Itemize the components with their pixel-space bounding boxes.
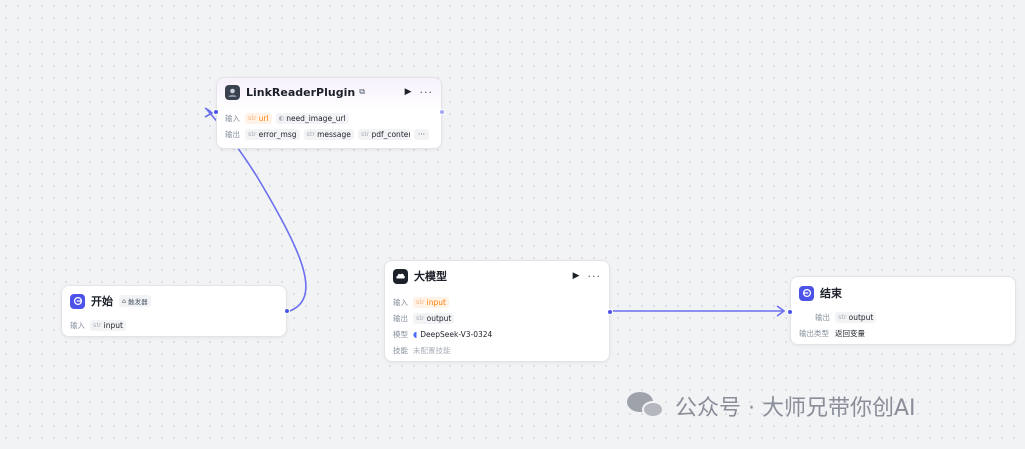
- deepseek-icon: ◖: [413, 329, 418, 339]
- start-icon: [70, 293, 85, 309]
- outputs-label: 输出: [225, 129, 240, 139]
- inputs-label: 输入: [393, 297, 408, 307]
- node-start[interactable]: 开始 ⌂ 触发器 输入 str input: [61, 285, 290, 337]
- output-tag-message[interactable]: str message: [303, 128, 354, 140]
- output-type-row: 输出类型 返回变量: [791, 325, 1015, 341]
- output-handle[interactable]: [284, 308, 290, 314]
- node-llm[interactable]: 大模型 ▶ ··· 输入 str input 输出 str output 模型 ◖ …: [384, 260, 613, 362]
- skills-label: 技能: [393, 345, 408, 355]
- more-outputs-button[interactable]: ···: [413, 128, 429, 140]
- inputs-row: 输入 str input: [385, 294, 609, 310]
- output-handle[interactable]: [607, 309, 613, 315]
- input-tag-url[interactable]: str url: [245, 112, 272, 124]
- output-type-label: 输出类型: [799, 328, 829, 338]
- outputs-row: 输出 str output: [791, 309, 1015, 325]
- output-tag-output[interactable]: str output: [413, 312, 455, 324]
- input-handle[interactable]: [787, 309, 793, 315]
- watermark-text: 公众号 · 大师兄带你创AI: [675, 396, 916, 421]
- output-tag-output[interactable]: str output: [835, 311, 877, 323]
- node-linkreader-plugin[interactable]: LinkReaderPlugin ⧉ ▶ ··· 输入 str url ◐ need…: [213, 77, 445, 149]
- inputs-label: 输入: [225, 113, 240, 123]
- node-title: 大模型: [414, 270, 447, 283]
- node-end[interactable]: 结束 输出 str output 输出类型 返回变量: [787, 276, 1016, 345]
- model-name[interactable]: DeepSeek-V3-0324: [420, 330, 492, 339]
- outputs-label: 输出: [393, 313, 408, 323]
- input-tag-input[interactable]: str input: [413, 296, 449, 308]
- edge-end-arrow: [776, 305, 786, 317]
- output-handle[interactable]: [439, 109, 445, 115]
- outputs-label: 输出: [815, 312, 830, 322]
- node-title: 结束: [820, 287, 842, 300]
- bool-toggle-icon: ◐: [278, 114, 285, 122]
- input-handle[interactable]: [213, 109, 219, 115]
- model-label: 模型: [393, 329, 408, 339]
- output-type-value: 返回变量: [835, 328, 865, 338]
- node-header: 结束: [791, 277, 1015, 309]
- input-tag-input[interactable]: str input: [90, 319, 126, 331]
- outputs-row: 输出 str output: [385, 310, 609, 326]
- edge-linkreader-arrow: [204, 107, 214, 118]
- more-options-icon[interactable]: ···: [588, 271, 602, 282]
- node-title: LinkReaderPlugin: [246, 85, 356, 99]
- outputs-row: 输出 strerror_msg strmessage strpdf_conten…: [217, 126, 441, 142]
- connection-edges: [204, 107, 786, 317]
- output-tag-pdf-content[interactable]: strpdf_content: [357, 128, 410, 140]
- inputs-label: 输入: [70, 320, 85, 330]
- node-header: 大模型 ▶ ···: [385, 261, 609, 291]
- plugin-avatar-icon: [225, 84, 240, 100]
- node-header: LinkReaderPlugin ⧉ ▶ ···: [217, 78, 441, 106]
- inputs-row: 输入 str input: [62, 317, 286, 333]
- input-tag-need-image-url[interactable]: ◐ need_image_url: [275, 112, 349, 124]
- node-title: 开始: [91, 295, 113, 308]
- output-tag-error-msg[interactable]: str error_msg: [245, 128, 300, 140]
- run-icon[interactable]: ▶: [405, 87, 412, 97]
- wechat-icon: [627, 389, 667, 423]
- skills-value: 未配置技能: [413, 345, 451, 355]
- trigger-icon: ⌂: [122, 297, 127, 305]
- copy-icon[interactable]: ⧉: [359, 87, 365, 97]
- more-options-icon[interactable]: ···: [420, 87, 434, 98]
- node-header: 开始 ⌂ 触发器: [62, 286, 286, 316]
- run-icon[interactable]: ▶: [573, 271, 580, 281]
- watermark: 公众号 · 大师兄带你创AI: [627, 389, 916, 423]
- model-row: 模型 ◖ DeepSeek-V3-0324: [385, 326, 609, 342]
- skills-row: 技能 未配置技能: [385, 342, 609, 358]
- end-icon: [799, 285, 814, 301]
- trigger-badge: ⌂ 触发器: [119, 295, 151, 307]
- llm-icon: [393, 268, 408, 284]
- inputs-row: 输入 str url ◐ need_image_url: [217, 110, 441, 126]
